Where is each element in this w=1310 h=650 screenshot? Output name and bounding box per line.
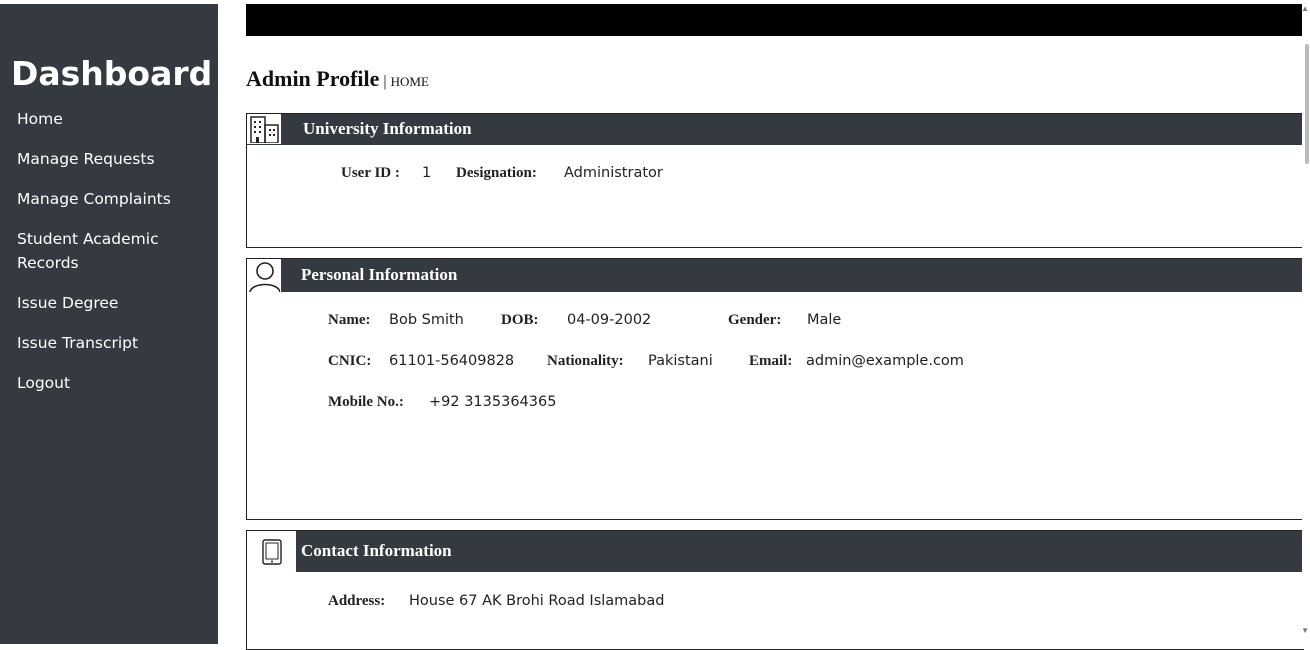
nationality-label: Nationality: [547,353,624,369]
email-label: Email: [749,353,793,369]
name-label: Name: [328,312,371,328]
sidebar-item-manage-requests[interactable]: Manage Requests [17,147,207,171]
card-header: University Information [247,114,1304,145]
cnic-label: CNIC: [328,353,372,369]
personal-info-card: Personal Information Name: Bob Smith DOB… [246,258,1304,520]
address-label: Address: [328,593,386,609]
sidebar-item-home[interactable]: Home [17,107,207,131]
page-title: Admin Profile [246,66,380,91]
mobile-label: Mobile No.: [328,394,404,410]
mobile-value: +92 3135364365 [429,394,557,410]
card-header: Contact Information [247,531,1304,572]
university-info-card: University Information User ID : 1 Desig… [246,113,1304,248]
sidebar: Dashboard Home Manage Requests Manage Co… [0,4,218,644]
nationality-value: Pakistani [648,353,713,369]
top-navbar [246,4,1304,36]
gender-value: Male [807,312,842,328]
dob-label: DOB: [501,312,539,328]
email-value: admin@example.com [806,353,964,369]
contact-info-card: Contact Information Address: House 67 AK… [246,530,1304,650]
user-icon [247,259,281,292]
name-value: Bob Smith [389,312,464,328]
card-title: Personal Information [301,265,458,284]
sidebar-item-issue-degree[interactable]: Issue Degree [17,291,207,315]
sidebar-item-issue-transcript[interactable]: Issue Transcript [17,331,207,355]
breadcrumb[interactable]: HOME [391,74,429,89]
sidebar-item-manage-complaints[interactable]: Manage Complaints [17,187,207,211]
user-id-value: 1 [422,165,432,181]
sidebar-item-student-academic-records[interactable]: Student Academic Records [17,227,167,275]
card-header: Personal Information [247,259,1304,292]
title-separator: | [383,73,387,90]
gender-label: Gender: [728,312,782,328]
page-header: Admin Profile | HOME [246,66,429,92]
card-title: Contact Information [301,541,452,560]
building-icon [247,114,281,144]
card-title: University Information [303,119,472,138]
cnic-value: 61101-56409828 [389,353,515,369]
sidebar-brand: Dashboard [11,54,213,93]
user-id-label: User ID : [341,165,400,181]
scrollbar-thumb[interactable] [1305,44,1309,164]
designation-label: Designation: [456,165,537,181]
address-value: House 67 AK Brohi Road Islamabad [409,593,665,609]
scroll-down-arrow-icon[interactable]: ▼ [1301,626,1309,635]
tablet-icon [247,531,296,572]
designation-value: Administrator [564,165,663,181]
scroll-up-arrow-icon[interactable]: ▲ [1301,4,1309,13]
sidebar-item-logout[interactable]: Logout [17,371,207,395]
dob-value: 04-09-2002 [567,312,652,328]
page-scrollbar[interactable]: ▲ ▼ [1301,0,1310,644]
